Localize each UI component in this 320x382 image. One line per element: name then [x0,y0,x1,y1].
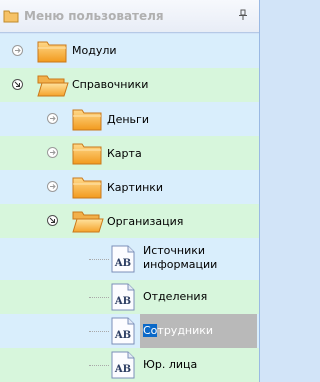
tree-item-label: Модули [72,44,117,57]
report-doc-icon: AB [111,245,135,273]
expand-arrow-icon[interactable] [12,45,23,56]
tree-item-label-rest: трудники [157,324,214,337]
folder-icon [72,177,102,199]
tree-item-label: Отделения [143,290,208,303]
expand-arrow-icon[interactable] [47,113,58,124]
doc-badge: AB [114,330,131,341]
collapse-arrow-icon[interactable] [47,215,58,226]
tree-item-label: Источники информации [143,244,217,272]
report-doc-icon: AB [111,317,135,345]
expand-arrow-icon[interactable] [47,147,58,158]
tree-item-legal-entities[interactable]: AB Юр. лица [0,348,259,382]
tree-item-money[interactable]: Деньги [0,102,259,136]
tree-connector [89,259,109,260]
folder-icon [72,143,102,165]
tree-connector [89,297,109,298]
tree-item-label: Карта [107,147,142,160]
folder-icon [72,109,102,131]
tree-item-label-line1: Источники [143,244,206,257]
open-folder-icon [37,75,69,97]
tree-item-label: Картинки [107,181,164,194]
tree-item-label: Организация [107,215,184,228]
tree-item-label: Деньги [107,113,149,126]
report-doc-icon: AB [111,351,135,379]
tree-item-employees[interactable]: AB Сотрудники [0,314,259,348]
doc-badge: AB [114,258,131,269]
folder-icon [3,10,19,23]
tree-item-organization[interactable]: Организация [0,204,259,238]
open-folder-icon [72,211,104,233]
tree-item-modules[interactable]: Модули [0,34,259,68]
menu-tree: Модули Справочники Деньги Карта Картинки… [0,34,259,382]
folder-icon [37,41,67,63]
tree-item-pictures[interactable]: Картинки [0,170,259,204]
tree-item-label-line2: информации [143,258,218,271]
collapse-arrow-icon[interactable] [12,79,23,90]
tree-item-label: Сотрудники [143,324,213,337]
report-doc-icon: AB [111,283,135,311]
search-match-highlight: Со [143,324,158,337]
doc-badge: AB [114,364,131,375]
expand-arrow-icon[interactable] [47,181,58,192]
tree-item-label: Справочники [72,78,149,91]
panel-header: Меню пользователя [0,0,259,33]
doc-badge: AB [114,296,131,307]
tree-connector [89,365,109,366]
tree-item-departments[interactable]: AB Отделения [0,280,259,314]
user-menu-panel: Меню пользователя Модули Справочники Ден… [0,0,260,382]
tree-item-label: Юр. лица [143,358,198,371]
tree-item-references[interactable]: Справочники [0,68,259,102]
tree-item-map[interactable]: Карта [0,136,259,170]
tree-connector [89,331,109,332]
pin-icon[interactable] [238,9,248,21]
tree-item-info-sources[interactable]: AB Источники информации [0,238,259,280]
panel-title: Меню пользователя [24,9,164,23]
